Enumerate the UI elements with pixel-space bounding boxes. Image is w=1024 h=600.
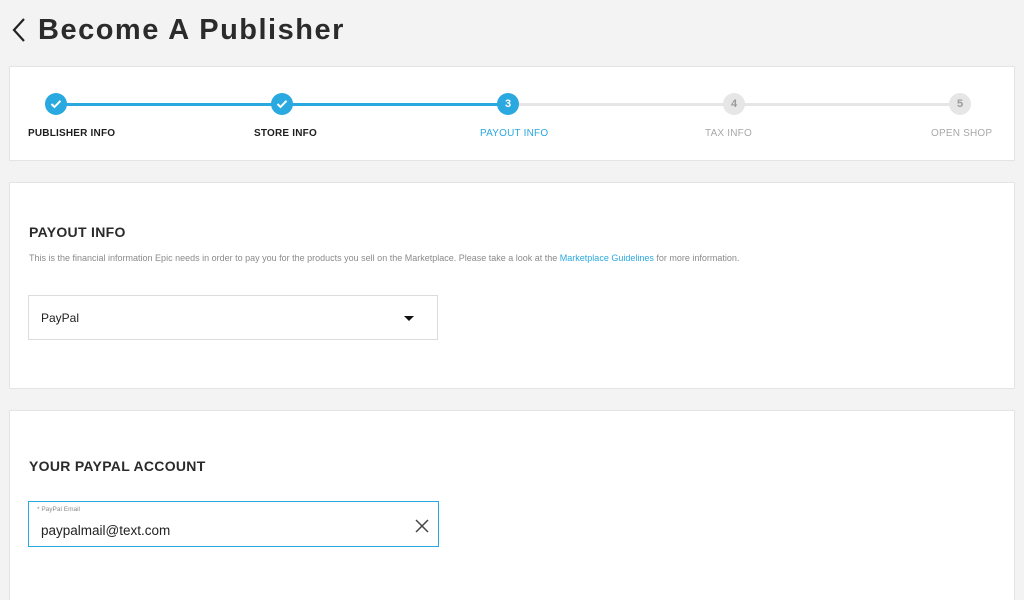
back-button[interactable] [12, 15, 30, 45]
progress-stepper: PUBLISHER INFO STORE INFO 3 PAYOUT INFO … [9, 66, 1015, 161]
payout-method-select[interactable]: PayPal [28, 295, 438, 340]
step-5-circle: 5 [949, 93, 971, 115]
payout-info-section: PAYOUT INFO This is the financial inform… [9, 182, 1015, 389]
caret-down-icon [404, 316, 414, 321]
step-3-circle: 3 [497, 93, 519, 115]
check-icon [276, 100, 288, 109]
check-icon [50, 100, 62, 109]
step-2-label[interactable]: STORE INFO [254, 128, 317, 139]
payout-method-value: PayPal [41, 310, 80, 325]
section-description: This is the financial information Epic n… [29, 253, 739, 263]
paypal-account-section: YOUR PAYPAL ACCOUNT * PayPal Email [9, 410, 1015, 600]
page-title: Become A Publisher [38, 13, 345, 46]
section-title: YOUR PAYPAL ACCOUNT [29, 458, 206, 474]
step-4-circle: 4 [723, 93, 745, 115]
description-text: This is the financial information Epic n… [29, 253, 560, 263]
section-title: PAYOUT INFO [29, 224, 126, 240]
step-5-label: OPEN SHOP [931, 128, 993, 139]
page-header: Become A Publisher [12, 12, 345, 48]
step-1-label[interactable]: PUBLISHER INFO [28, 128, 115, 139]
description-text-end: for more information. [653, 253, 740, 263]
step-4-label: TAX INFO [705, 128, 752, 139]
marketplace-guidelines-link[interactable]: Marketplace Guidelines [560, 253, 654, 263]
chevron-left-icon [12, 18, 25, 42]
paypal-email-input[interactable] [41, 520, 401, 540]
paypal-email-field[interactable]: * PayPal Email [28, 501, 439, 547]
step-2-circle [271, 93, 293, 115]
step-1-circle [45, 93, 67, 115]
clear-input-button[interactable] [414, 518, 430, 534]
close-icon [415, 519, 429, 533]
step-3-label: PAYOUT INFO [480, 128, 549, 139]
email-field-label: * PayPal Email [37, 506, 80, 513]
